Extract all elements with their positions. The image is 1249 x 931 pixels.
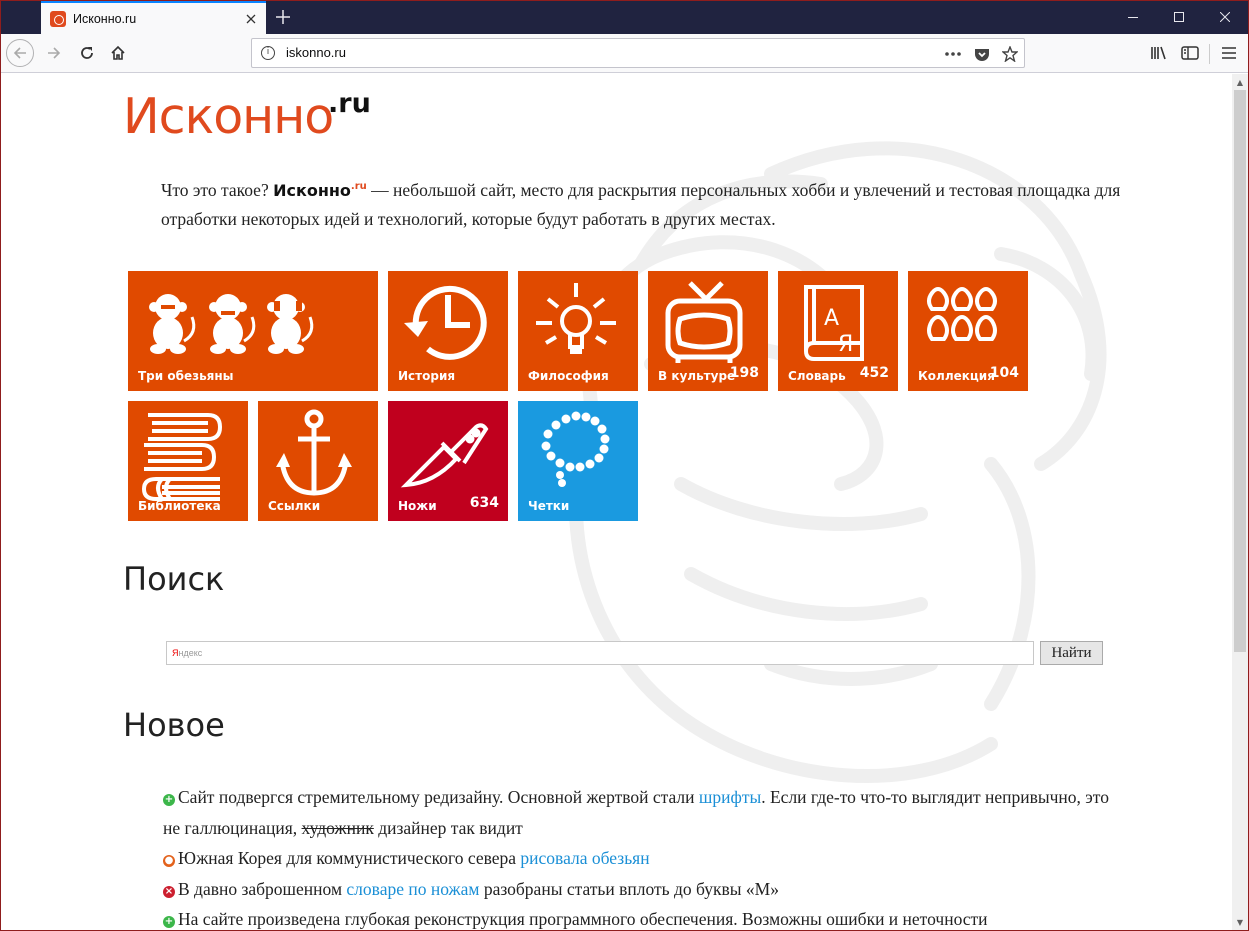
tile-count: 452 — [859, 365, 889, 381]
page-actions-icon[interactable] — [942, 43, 964, 65]
tile-dictionary[interactable]: А Я Словарь 452 — [778, 271, 898, 391]
url-text[interactable]: iskonno.ru — [286, 45, 346, 60]
news-list: + Сайт подвергся стремительному редизайну… — [163, 782, 1123, 930]
tile-philosophy[interactable]: Философия — [518, 271, 638, 391]
tile-library[interactable]: Библиотека — [128, 401, 248, 521]
close-window-icon[interactable] — [1202, 0, 1248, 34]
browser-tab[interactable]: Исконно.ru — [41, 1, 266, 34]
tile-knives[interactable]: Ножи 634 — [388, 401, 508, 521]
svg-text:Я: Я — [838, 332, 853, 357]
tile-label: История — [398, 369, 456, 383]
library-icon[interactable] — [1145, 39, 1173, 67]
tile-label: Ссылки — [268, 499, 321, 513]
tile-label: Словарь — [788, 369, 846, 383]
site-info-icon[interactable]: i — [261, 46, 275, 60]
news-item: ● Южная Корея для коммунистического север… — [163, 848, 650, 868]
news-item: + На сайте произведена глубокая реконстру… — [163, 909, 988, 929]
fonts-link[interactable]: шрифты — [699, 787, 761, 807]
pocket-icon[interactable] — [971, 43, 993, 65]
search-button[interactable]: Найти — [1040, 641, 1103, 665]
tile-in-culture[interactable]: В культуре 198 — [648, 271, 768, 391]
tile-history[interactable]: История — [388, 271, 508, 391]
struck-word: художник — [301, 817, 374, 838]
plus-circle-icon: + — [163, 794, 175, 806]
vertical-scrollbar[interactable]: ▲ ▼ — [1232, 74, 1248, 930]
toolbar-divider — [1209, 44, 1210, 64]
close-tab-icon[interactable] — [239, 7, 263, 31]
back-arrow-icon[interactable] — [6, 39, 34, 67]
plus-circle-icon: + — [163, 916, 175, 928]
svg-text:А: А — [824, 306, 839, 331]
knife-dictionary-link[interactable]: словаре по ножам — [346, 879, 479, 899]
news-heading: Новое — [123, 706, 225, 744]
tab-strip: Исконно.ru — [0, 0, 1249, 34]
navigation-toolbar: i iskonno.ru — [0, 34, 1249, 73]
tile-label: Библиотека — [138, 499, 221, 513]
tile-label: Три обезьяны — [138, 369, 234, 383]
close-circle-icon: × — [163, 885, 175, 898]
search-placeholder: Яндекс — [172, 648, 203, 658]
search-heading: Поиск — [123, 560, 225, 598]
maximize-window-icon[interactable] — [1156, 0, 1202, 34]
tile-label: Четки — [528, 499, 570, 513]
tile-label: Ножи — [398, 499, 437, 513]
tile-label: Философия — [528, 369, 609, 383]
home-icon[interactable] — [104, 39, 132, 67]
scroll-down-arrow-icon[interactable]: ▼ — [1232, 914, 1248, 930]
tile-label: Коллекция — [918, 369, 995, 383]
forward-arrow-icon[interactable] — [40, 39, 68, 67]
tile-count: 634 — [469, 495, 499, 511]
intro-lead: Что это такое? — [161, 179, 269, 200]
search-input[interactable]: Яндекс — [166, 641, 1034, 665]
news-item: × В давно заброшенном словаре по ножам ра… — [163, 878, 779, 899]
logo-wordmark: Исконно — [123, 88, 334, 145]
intro-brand: Исконно — [273, 180, 351, 200]
bookmark-star-icon[interactable] — [999, 43, 1021, 65]
hamburger-menu-icon[interactable] — [1215, 39, 1243, 67]
news-item: + Сайт подвергся стремительному редизайну… — [163, 787, 1109, 838]
new-tab-button[interactable] — [270, 4, 296, 30]
scroll-up-arrow-icon[interactable]: ▲ — [1232, 74, 1248, 90]
tile-links[interactable]: Ссылки — [258, 401, 378, 521]
page-content: Исконно .ru Что это такое? Исконно.ru — … — [1, 74, 1232, 930]
orange-circle-icon: ● — [163, 855, 175, 867]
tile-label: В культуре — [658, 369, 736, 383]
monkeys-article-link[interactable]: рисовала обезьян — [520, 848, 649, 868]
tile-three-monkeys[interactable]: Три обезьяны — [128, 271, 378, 391]
site-logo[interactable]: Исконно .ru — [123, 88, 371, 145]
sidebar-icon[interactable] — [1176, 39, 1204, 67]
tile-collection[interactable]: Коллекция 104 — [908, 271, 1028, 391]
intro-brand-suffix: .ru — [350, 181, 367, 192]
address-bar[interactable]: i iskonno.ru — [251, 38, 1025, 68]
logo-domain-suffix: .ru — [328, 88, 371, 119]
tile-prayer-beads[interactable]: Четки — [518, 401, 638, 521]
intro-paragraph: Что это такое? Исконно.ru — небольшой са… — [161, 172, 1121, 234]
reload-icon[interactable] — [73, 39, 101, 67]
minimize-window-icon[interactable] — [1110, 0, 1156, 34]
scrollbar-thumb[interactable] — [1234, 90, 1246, 652]
site-favicon-icon — [50, 10, 66, 27]
tile-count: 104 — [989, 365, 1019, 381]
tab-title: Исконно.ru — [73, 11, 137, 26]
tile-count: 198 — [729, 365, 759, 381]
